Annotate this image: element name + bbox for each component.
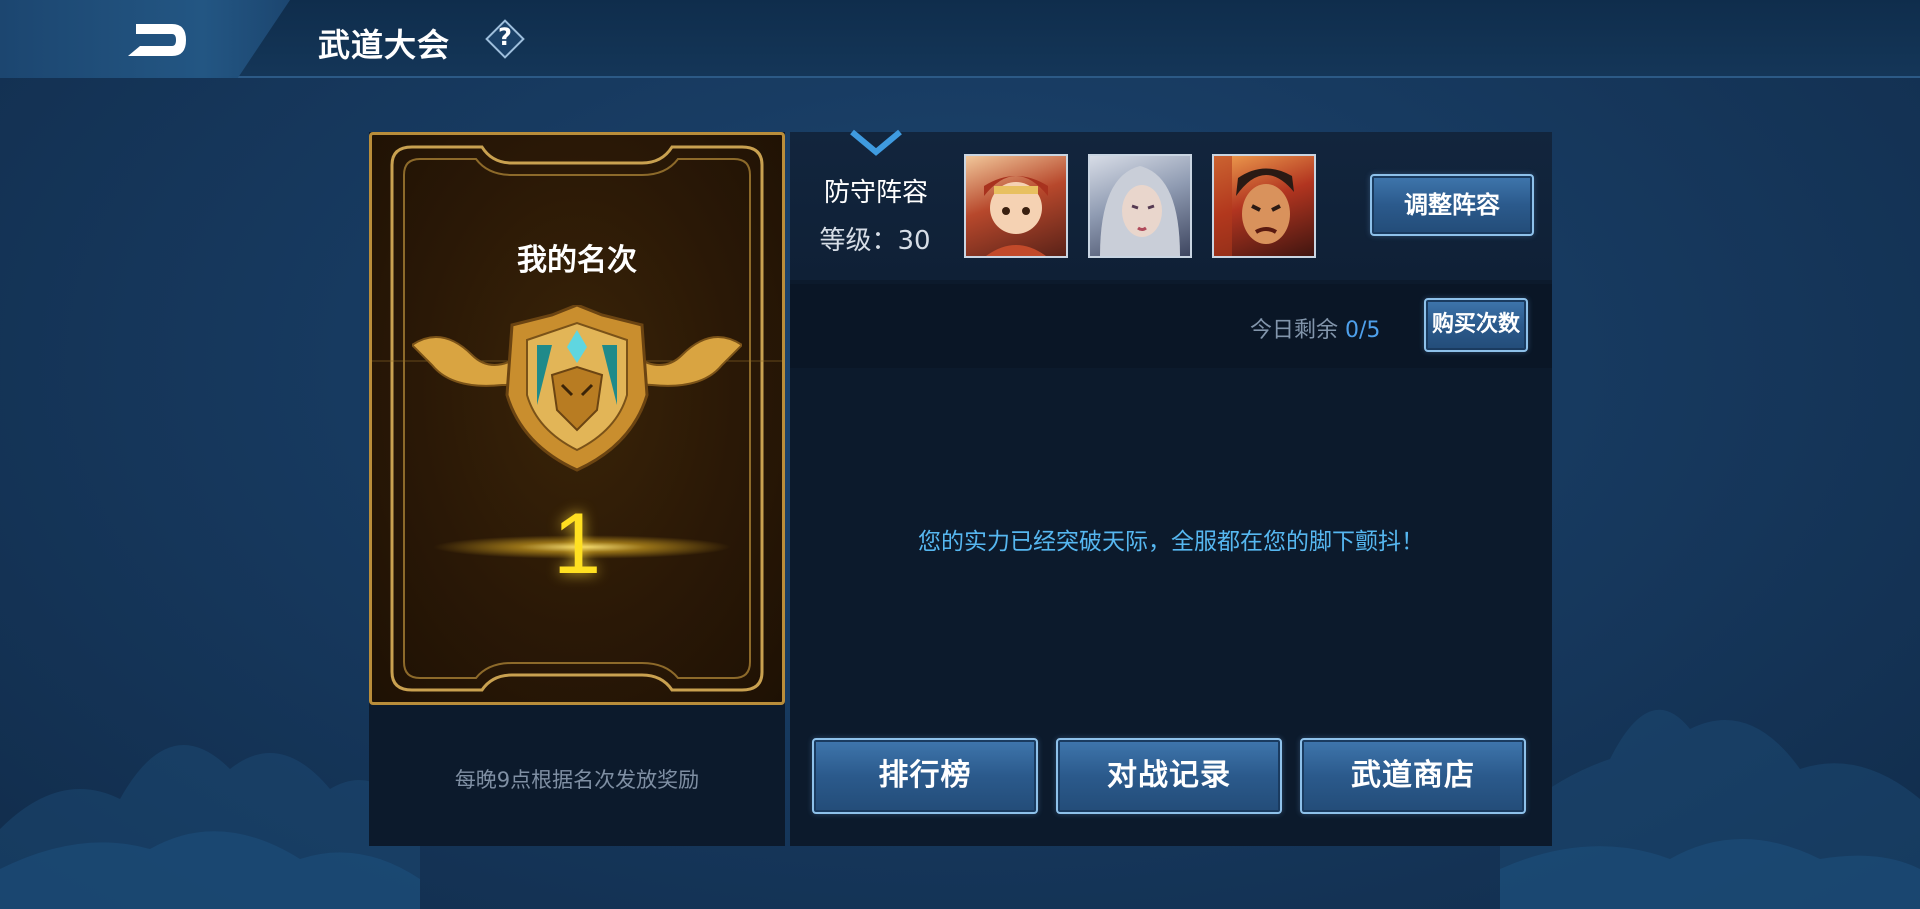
lineup-level: 等级：30 <box>819 226 931 256</box>
page-title: 武道大会 <box>318 26 451 64</box>
hero-portrait-1[interactable] <box>964 154 1068 258</box>
rank-badge-icon <box>412 305 742 472</box>
back-button[interactable] <box>0 0 290 78</box>
battle-history-button[interactable]: 对战记录 <box>1056 738 1282 814</box>
hero-avatar-3-icon <box>1214 156 1294 256</box>
rank-panel: 我的名次 1 每晚9点根据名次发放奖励 <box>369 132 785 846</box>
background-mountains-right <box>1500 709 1920 909</box>
hero-portrait-2[interactable] <box>1088 154 1192 258</box>
hero-avatar-2-icon <box>1100 166 1180 256</box>
question-mark-icon: ? <box>498 23 512 51</box>
main-panel: 防守阵容 等级：30 调整阵容 今日剩余 0/5 购买次数 您的实力已经突破天际… <box>790 129 1552 846</box>
hero-avatar-1-icon <box>984 176 1048 256</box>
buy-attempts-button[interactable]: 购买次数 <box>1424 298 1528 352</box>
rank-number: 1 <box>553 496 601 592</box>
leaderboard-button[interactable]: 排行榜 <box>812 738 1038 814</box>
top-bar: 武道大会 ? <box>0 0 1920 78</box>
back-arrow-icon <box>128 24 186 56</box>
reward-note: 每晚9点根据名次发放奖励 <box>454 768 700 792</box>
help-button[interactable]: ? <box>485 19 525 59</box>
rank-card: 我的名次 1 <box>369 132 785 705</box>
status-message: 您的实力已经突破天际，全服都在您的脚下颤抖！ <box>918 529 1424 555</box>
background-mountains-left <box>0 745 420 909</box>
remaining-attempts-bar: 今日剩余 0/5 购买次数 <box>790 284 1552 368</box>
remaining-count: 0/5 <box>1345 318 1381 343</box>
remaining-attempts-text: 今日剩余 0/5 <box>1250 312 1380 344</box>
hero-portrait-3[interactable] <box>1212 154 1316 258</box>
remaining-label: 今日剩余 <box>1250 318 1345 343</box>
lineup-title: 防守阵容 <box>823 178 928 208</box>
my-rank-label: 我的名次 <box>517 243 637 278</box>
defense-lineup-bar: 防守阵容 等级：30 调整阵容 <box>790 129 1552 280</box>
shop-button[interactable]: 武道商店 <box>1300 738 1526 814</box>
chevron-down-icon <box>850 129 902 156</box>
adjust-lineup-button[interactable]: 调整阵容 <box>1370 174 1534 236</box>
